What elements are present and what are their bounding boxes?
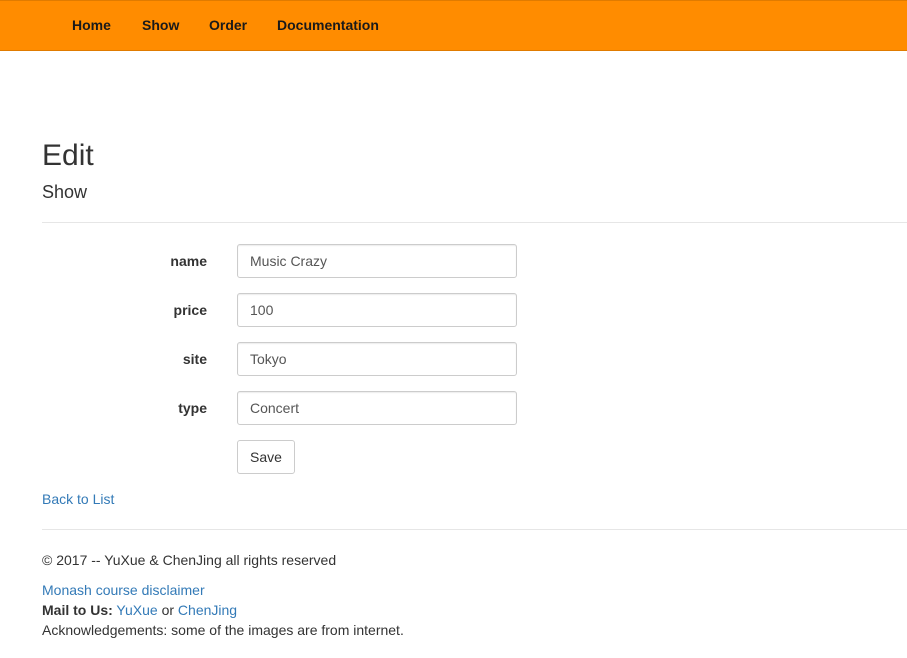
name-field-label: name	[170, 253, 207, 269]
mail-yuxue-link[interactable]: YuXue	[116, 602, 157, 618]
mail-label: Mail to Us:	[42, 602, 113, 618]
page-subtitle: Show	[42, 182, 88, 202]
page-title: Edit	[42, 139, 94, 172]
disclaimer-line: Monash course disclaimer	[42, 582, 205, 598]
nav-documentation-link[interactable]: Documentation	[277, 17, 379, 33]
type-field-label: type	[178, 400, 207, 416]
save-button[interactable]: Save	[237, 440, 295, 474]
type-input[interactable]	[237, 391, 517, 425]
footer-divider	[42, 529, 907, 530]
disclaimer-link[interactable]: Monash course disclaimer	[42, 582, 205, 598]
back-to-list-link[interactable]: Back to List	[42, 491, 114, 507]
name-input[interactable]	[237, 244, 517, 278]
acknowledgements-text: Acknowledgements: some of the images are…	[42, 622, 404, 638]
site-input[interactable]	[237, 342, 517, 376]
site-field-label: site	[182, 351, 207, 367]
copyright-text: © 2017 -- YuXue & ChenJing all rights re…	[42, 552, 337, 568]
nav-home-link[interactable]: Home	[72, 17, 111, 33]
top-navbar: Home Show Order Documentation	[0, 0, 907, 51]
mail-chenjing-link[interactable]: ChenJing	[178, 602, 237, 618]
mail-line: Mail to Us: YuXue or ChenJing	[42, 602, 237, 618]
price-input[interactable]	[237, 293, 517, 327]
nav-order-link[interactable]: Order	[209, 17, 247, 33]
header-divider	[42, 222, 907, 223]
price-field-label: price	[173, 302, 207, 318]
mail-or-text: or	[161, 602, 175, 618]
nav-show-link[interactable]: Show	[142, 17, 179, 33]
